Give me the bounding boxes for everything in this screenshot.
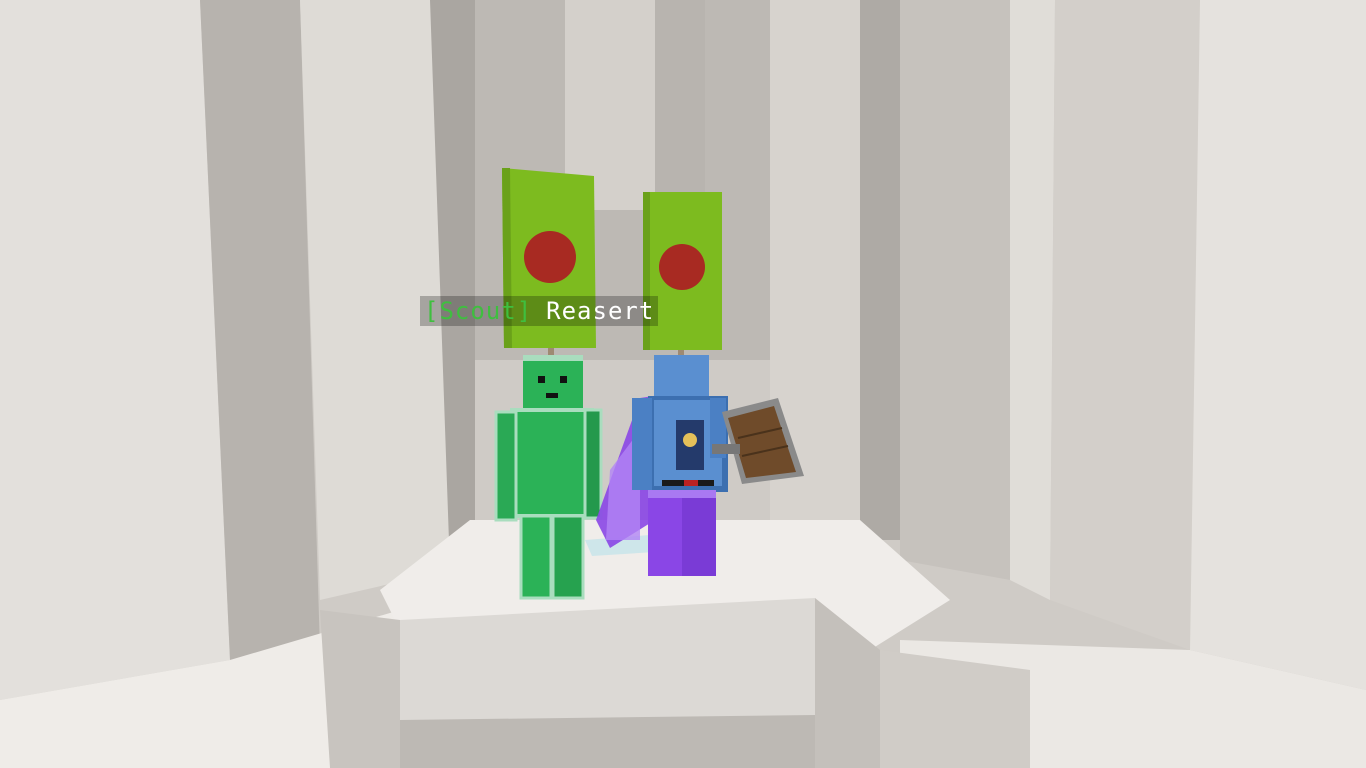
player-nametag: [Scout] Reasert: [420, 296, 659, 326]
player-name: Reasert: [546, 297, 655, 325]
game-viewport[interactable]: [0, 0, 1366, 768]
banner-left: [502, 168, 596, 365]
banner-right: [643, 192, 722, 361]
rank-label: [Scout]: [424, 297, 533, 325]
